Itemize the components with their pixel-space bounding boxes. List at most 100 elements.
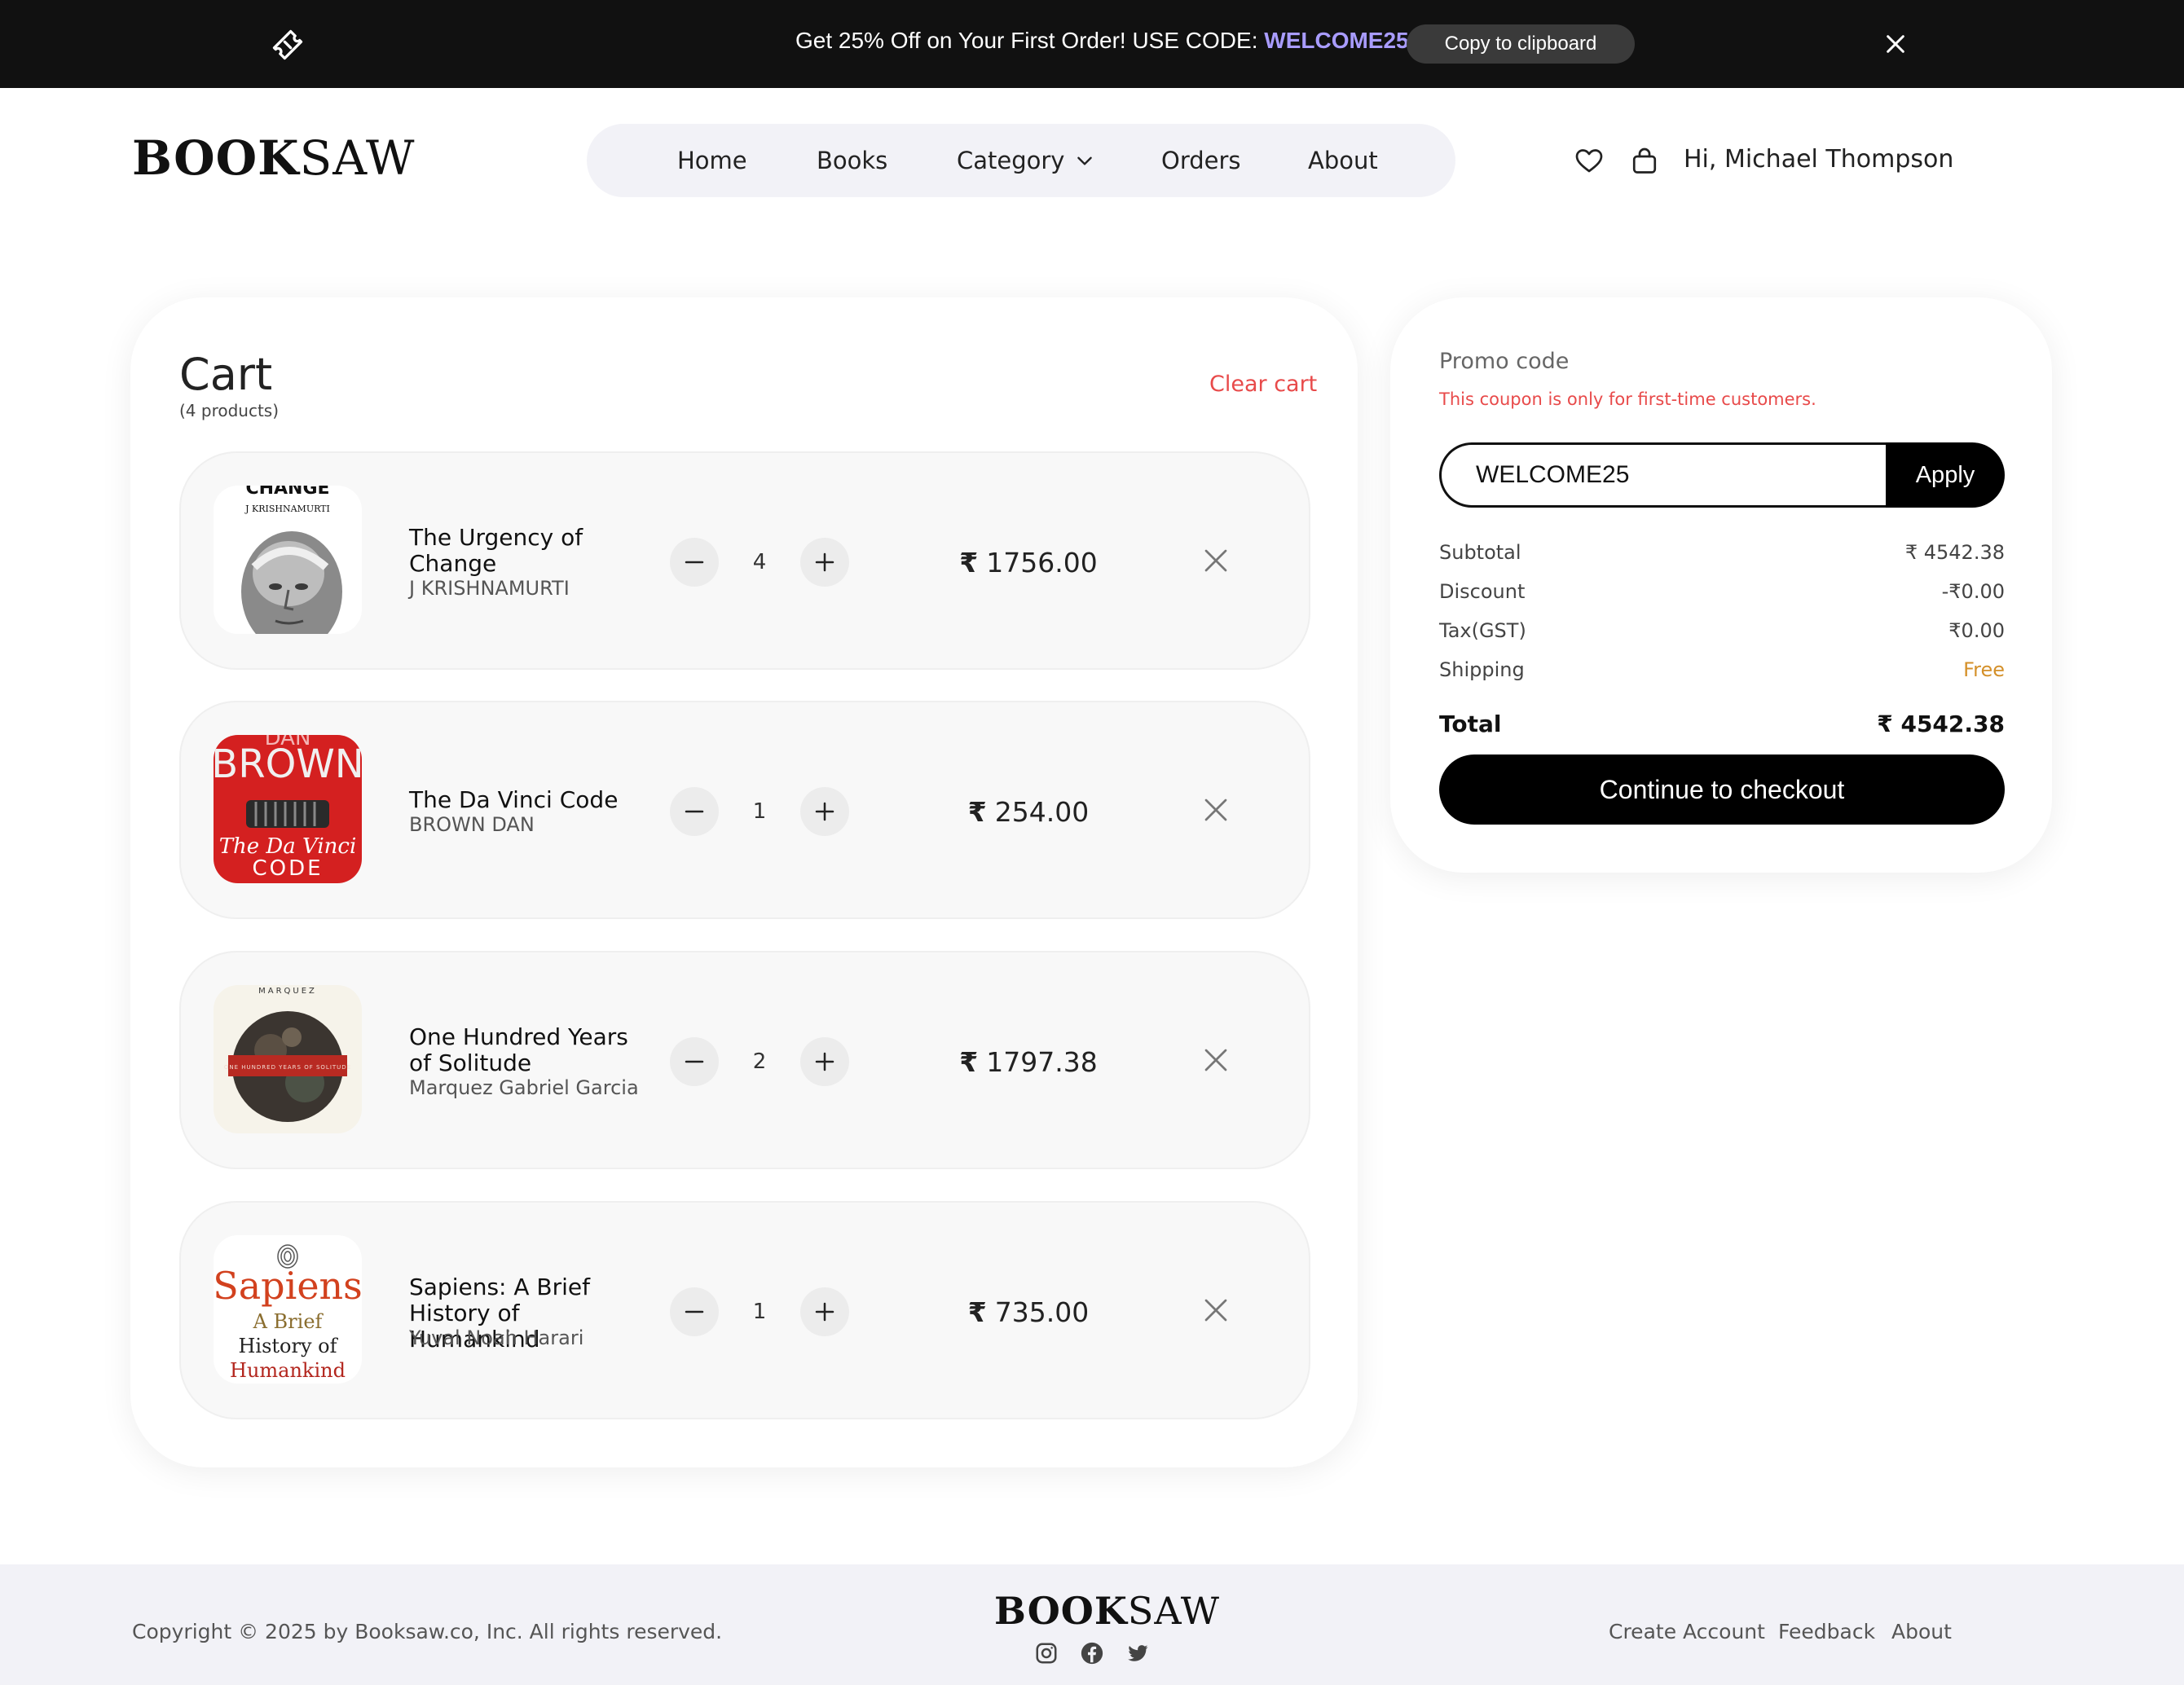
cart-product-count: (4 products) (179, 401, 280, 420)
twitter-icon[interactable] (1125, 1641, 1150, 1665)
nav-home[interactable]: Home (677, 124, 747, 197)
subtotal-value: ₹ 4542.38 (1904, 541, 2005, 564)
heart-icon[interactable] (1574, 147, 1604, 176)
nav-books[interactable]: Books (817, 124, 887, 197)
footer-logo[interactable]: BOOKSAW (994, 1589, 1220, 1633)
copyright-text: Copyright © 2025 by Booksaw.co, Inc. All… (132, 1620, 723, 1643)
svg-text:Humankind: Humankind (230, 1359, 346, 1382)
item-title[interactable]: The Da Vinci Code (409, 787, 654, 813)
promo-code-input[interactable] (1439, 442, 1886, 508)
shopping-bag-icon[interactable] (1630, 147, 1659, 176)
booksaw-logo[interactable]: BOOKSAW (132, 130, 415, 186)
cart-title: Cart (179, 349, 273, 400)
svg-text:CHANGE: CHANGE (245, 486, 329, 499)
item-price-value: 735.00 (994, 1296, 1090, 1328)
item-quantity: 2 (752, 1049, 767, 1074)
increase-quantity-button[interactable] (800, 787, 849, 836)
plus-icon (815, 552, 834, 572)
decrease-quantity-button[interactable] (670, 538, 719, 587)
minus-icon (685, 1060, 704, 1063)
svg-text:History of: History of (238, 1335, 338, 1357)
currency-symbol: ₹ (959, 1045, 979, 1078)
svg-text:BROWN: BROWN (214, 741, 362, 787)
item-price-value: 1797.38 (986, 1045, 1098, 1078)
subtotal-label: Subtotal (1439, 541, 1521, 564)
footer-create-account-link[interactable]: Create Account (1609, 1620, 1765, 1643)
item-title[interactable]: One Hundred Years of Solitude (409, 1024, 654, 1076)
book-cover-image: DAN BROWN The Da Vinci CODE (214, 735, 362, 883)
decrease-quantity-button[interactable] (670, 1287, 719, 1336)
total-row: Total ₹ 4542.38 (1439, 711, 2005, 737)
discount-row: Discount -₹0.00 (1439, 577, 2005, 606)
increase-quantity-button[interactable] (800, 538, 849, 587)
currency-symbol: ₹ (959, 546, 979, 579)
increase-quantity-button[interactable] (800, 1287, 849, 1336)
cart-item: MARQUEZ ONE HUNDRED YEARS OF SOLITUDE On… (179, 951, 1310, 1169)
item-author: J KRISHNAMURTI (409, 577, 570, 600)
minus-icon (685, 561, 704, 564)
remove-item-icon[interactable] (1201, 1296, 1231, 1325)
item-price: ₹1756.00 (931, 538, 1126, 587)
item-price-value: 254.00 (994, 795, 1090, 828)
remove-item-icon[interactable] (1201, 1045, 1231, 1075)
cart-item: CHANGE J KRISHNAMURTI The Urgency of Cha… (179, 451, 1310, 670)
logo-text-bold: BOOK (132, 130, 300, 186)
tax-label: Tax(GST) (1439, 619, 1526, 642)
nav-about[interactable]: About (1308, 124, 1378, 197)
announcement-message: Get 25% Off on Your First Order! USE COD… (795, 28, 1265, 53)
tax-value: ₹0.00 (1948, 619, 2005, 642)
apply-promo-button[interactable]: Apply (1886, 442, 2005, 508)
book-cover-image: CHANGE J KRISHNAMURTI (214, 486, 362, 634)
nav-category-label: Category (957, 147, 1065, 174)
item-quantity: 1 (752, 1300, 767, 1324)
svg-text:J KRISHNAMURTI: J KRISHNAMURTI (244, 504, 330, 514)
subtotal-row: Subtotal ₹ 4542.38 (1439, 538, 2005, 567)
remove-item-icon[interactable] (1201, 546, 1231, 575)
promo-code-warning: This coupon is only for first-time custo… (1439, 389, 1816, 409)
chevron-down-icon (1077, 156, 1093, 165)
cart-item: DAN BROWN The Da Vinci CODE The Da Vinci… (179, 701, 1310, 919)
item-author: Yuval Noah Harari (409, 1326, 584, 1349)
item-author: Marquez Gabriel Garcia (409, 1076, 639, 1099)
announcement-text: Get 25% Off on Your First Order! USE COD… (795, 28, 1409, 54)
continue-to-checkout-button[interactable]: Continue to checkout (1439, 755, 2005, 825)
total-value: ₹ 4542.38 (1877, 711, 2005, 737)
currency-symbol: ₹ (967, 1296, 987, 1328)
plus-icon (815, 802, 834, 821)
promo-code-label: Promo code (1439, 349, 1570, 374)
svg-text:ONE HUNDRED YEARS OF SOLITUDE: ONE HUNDRED YEARS OF SOLITUDE (224, 1064, 351, 1071)
close-icon[interactable] (1882, 31, 1909, 57)
item-price: ₹254.00 (931, 787, 1126, 836)
svg-text:CODE: CODE (252, 856, 323, 881)
facebook-icon[interactable] (1080, 1641, 1104, 1665)
tax-row: Tax(GST) ₹0.00 (1439, 616, 2005, 645)
svg-text:Sapiens: Sapiens (214, 1264, 362, 1308)
minus-icon (685, 1310, 704, 1313)
logo-text-light: SAW (1127, 1589, 1221, 1633)
shipping-row: Shipping Free (1439, 655, 2005, 684)
item-price: ₹1797.38 (931, 1037, 1126, 1086)
user-greeting[interactable]: Hi, Michael Thompson (1684, 145, 1953, 174)
announcement-bar: Get 25% Off on Your First Order! USE COD… (0, 0, 2184, 88)
item-quantity: 1 (752, 799, 767, 824)
shipping-label: Shipping (1439, 658, 1525, 681)
minus-icon (685, 810, 704, 813)
copy-to-clipboard-button[interactable]: Copy to clipboard (1407, 24, 1635, 64)
decrease-quantity-button[interactable] (670, 1037, 719, 1086)
instagram-icon[interactable] (1034, 1641, 1059, 1665)
main-nav: Home Books Category Orders About (587, 124, 1455, 197)
decrease-quantity-button[interactable] (670, 787, 719, 836)
remove-item-icon[interactable] (1201, 795, 1231, 825)
clear-cart-link[interactable]: Clear cart (1209, 372, 1317, 397)
increase-quantity-button[interactable] (800, 1037, 849, 1086)
nav-category[interactable]: Category (957, 124, 1095, 197)
plus-icon (815, 1052, 834, 1071)
footer-about-link[interactable]: About (1891, 1620, 1952, 1643)
item-price-value: 1756.00 (986, 546, 1098, 579)
book-cover-image: Sapiens A Brief History of Humankind (214, 1235, 362, 1384)
svg-text:The Da Vinci: The Da Vinci (219, 834, 357, 859)
footer-feedback-link[interactable]: Feedback (1778, 1620, 1875, 1643)
item-title[interactable]: The Urgency of Change (409, 525, 654, 577)
nav-orders[interactable]: Orders (1161, 124, 1241, 197)
book-cover-image: MARQUEZ ONE HUNDRED YEARS OF SOLITUDE (214, 985, 362, 1133)
